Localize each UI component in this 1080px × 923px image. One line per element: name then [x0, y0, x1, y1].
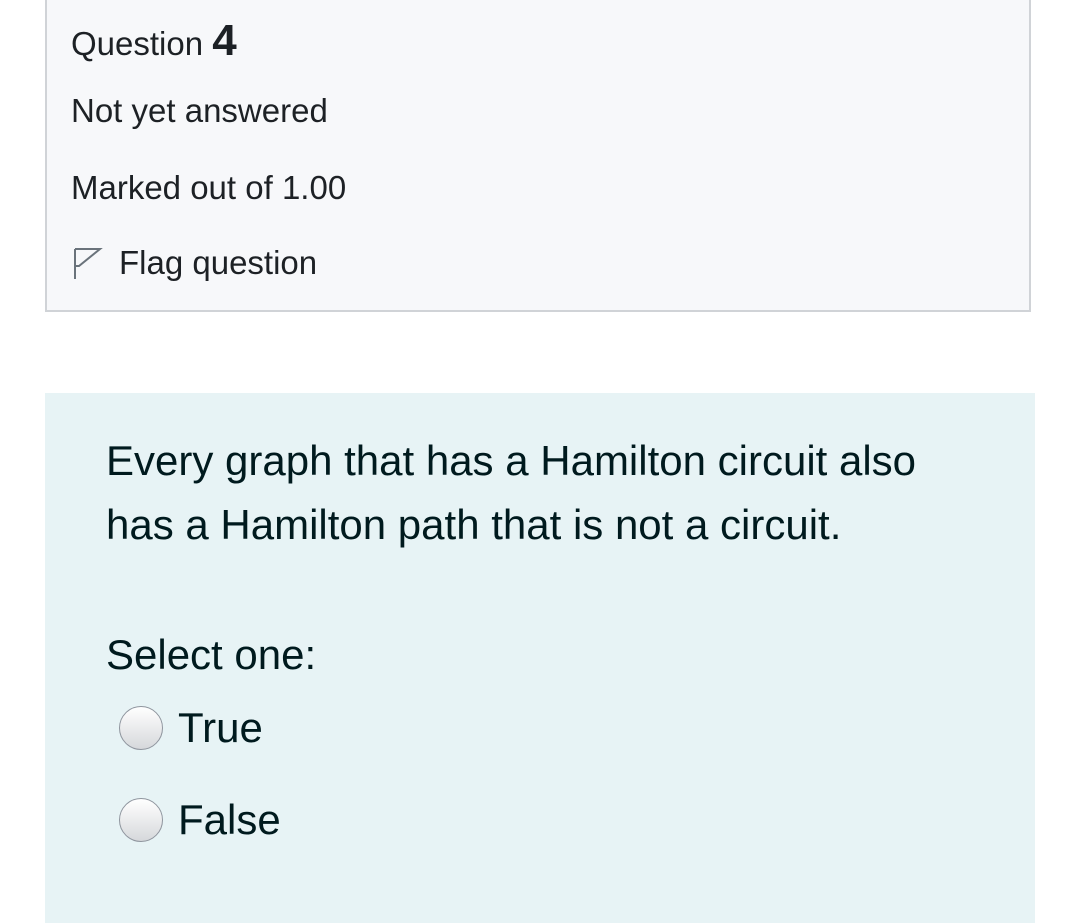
option-false[interactable]: False	[119, 796, 281, 844]
option-true-label[interactable]: True	[178, 704, 263, 752]
radio-true[interactable]	[119, 706, 163, 750]
question-info-panel: Question 4 Not yet answered Marked out o…	[45, 0, 1031, 312]
flag-icon	[71, 246, 103, 280]
radio-false[interactable]	[119, 798, 163, 842]
flag-question-label: Flag question	[119, 244, 318, 281]
question-content: Every graph that has a Hamilton circuit …	[45, 393, 1035, 923]
question-text: Every graph that has a Hamilton circuit …	[106, 437, 917, 548]
question-state: Not yet answered	[71, 92, 328, 129]
question-label: Question	[71, 25, 204, 62]
question-number-value: 4	[212, 16, 237, 65]
option-false-label[interactable]: False	[178, 796, 281, 844]
flag-question-button[interactable]: Flag question	[71, 244, 317, 282]
question-number: Question 4	[71, 16, 237, 66]
question-grade: Marked out of 1.00	[71, 169, 347, 206]
select-prompt: Select one:	[106, 631, 317, 678]
option-true[interactable]: True	[119, 704, 263, 752]
